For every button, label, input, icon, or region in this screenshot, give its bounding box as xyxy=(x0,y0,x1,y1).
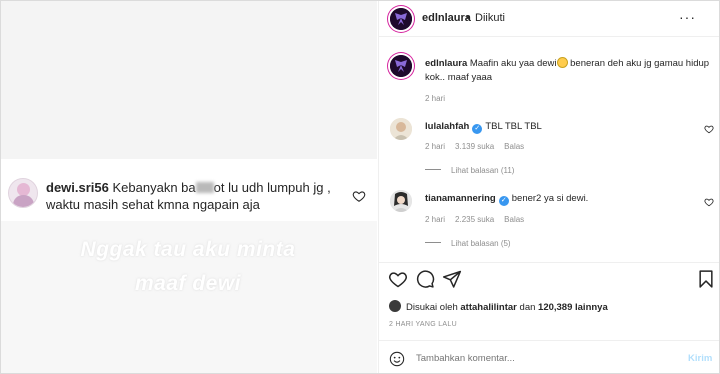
view-replies-label: Lihat balasan (11) xyxy=(451,166,515,175)
more-options-icon[interactable]: ··· xyxy=(679,9,696,25)
comment-like-heart-icon[interactable] xyxy=(704,197,714,207)
replies-line xyxy=(425,169,441,170)
header-dot: • xyxy=(466,12,470,24)
liker-avatar[interactable] xyxy=(389,300,401,312)
bookmark-save-icon[interactable] xyxy=(696,269,716,289)
comment-body: TBL TBL TBL xyxy=(485,121,542,132)
view-replies-button[interactable]: Lihat balasan (11) xyxy=(425,166,514,175)
comment-input[interactable] xyxy=(416,353,676,364)
comment-time: 2 hari xyxy=(425,215,446,224)
post-comment-button[interactable]: Kirim xyxy=(688,353,712,364)
comment-body: bener2 ya si dewi. xyxy=(511,193,589,204)
comment-text-row: lulalahfah ✓ TBL TBL TBL xyxy=(425,121,542,134)
media-comment-part1: Kebanyakn ba xyxy=(112,180,196,195)
like-heart-icon[interactable] xyxy=(388,269,408,289)
reply-button[interactable]: Balas xyxy=(504,142,524,151)
media-caption-line1: Nggak tau aku minta xyxy=(80,238,296,261)
media-comment-username: dewi.sri56 xyxy=(46,180,109,195)
liker-username[interactable]: attahalilintar xyxy=(460,302,517,313)
comment-meta: 2 hari 3.139 suka Balas xyxy=(425,142,534,151)
comment-bubble-icon[interactable] xyxy=(415,269,435,289)
media-caption-line2: maaf dewi xyxy=(134,272,242,295)
butterfly-logo-icon xyxy=(390,55,412,77)
post-header: edlnlaura • Diikuti ··· xyxy=(379,1,719,37)
replies-line xyxy=(425,242,441,243)
reply-button[interactable]: Balas xyxy=(504,215,524,224)
caption-text-part1: Maafin aku yaa dewi xyxy=(469,58,557,69)
post-caption: edlnlaura Maafin aku yaa dewi beneran de… xyxy=(425,57,715,85)
follow-status-button[interactable]: Diikuti xyxy=(475,12,505,24)
comment-box-separator xyxy=(379,340,719,341)
butterfly-logo-icon xyxy=(390,8,412,30)
comment-like-heart-icon[interactable] xyxy=(704,124,714,134)
header-username[interactable]: edlnlaura xyxy=(422,12,471,24)
emoji-picker-icon[interactable] xyxy=(389,351,405,367)
likes-count[interactable]: 120,389 lainnya xyxy=(538,302,608,313)
likes-summary: Disukai oleh attahalilintar dan 120,389 … xyxy=(389,300,608,313)
caption-meta: 2 hari xyxy=(425,94,455,103)
share-send-icon[interactable] xyxy=(442,269,462,289)
sad-face-emoji-icon xyxy=(556,57,568,68)
comment-username[interactable]: lulalahfah xyxy=(425,121,469,132)
comment-likes[interactable]: 3.139 suka xyxy=(455,142,494,151)
comment-username[interactable]: tianamannering xyxy=(425,193,496,204)
media-comment-part2: ot lu udh lumpuh jg , xyxy=(213,180,331,195)
post-time-ago[interactable]: 2 HARI YANG LALU xyxy=(389,321,457,328)
comment-meta: 2 hari 2.235 suka Balas xyxy=(425,215,534,224)
media-comment-text: dewi.sri56 Kebanyakn ba ot lu udh lumpuh … xyxy=(46,179,336,213)
comment-avatar[interactable] xyxy=(390,118,412,140)
likes-middle: dan xyxy=(519,302,536,313)
header-avatar[interactable] xyxy=(390,8,412,30)
actions-separator xyxy=(379,262,719,263)
media-background xyxy=(1,1,377,159)
media-comment-avatar xyxy=(8,178,38,208)
media-caption: Nggak tau aku minta maaf dewi xyxy=(0,233,376,301)
verified-badge-icon: ✓ xyxy=(472,124,483,134)
caption-avatar[interactable] xyxy=(390,55,412,77)
comment-text-row: tianamannering ✓ bener2 ya si dewi. xyxy=(425,193,588,206)
comment-time: 2 hari xyxy=(425,142,446,151)
caption-time: 2 hari xyxy=(425,94,446,103)
media-comment-line2: waktu masih sehat kmna ngapain aja xyxy=(46,197,260,212)
avatar-photo-icon xyxy=(390,190,412,212)
verified-badge-icon: ✓ xyxy=(498,196,509,206)
likes-prefix: Disukai oleh xyxy=(406,302,458,313)
view-replies-button[interactable]: Lihat balasan (5) xyxy=(425,239,511,248)
censor-blur xyxy=(195,182,214,193)
panel-divider xyxy=(378,1,379,373)
view-replies-label: Lihat balasan (5) xyxy=(451,239,511,248)
avatar-photo-icon xyxy=(390,118,412,140)
caption-username[interactable]: edlnlaura xyxy=(425,58,467,69)
media-heart-icon xyxy=(352,191,366,202)
comment-avatar[interactable] xyxy=(390,190,412,212)
comment-likes[interactable]: 2.235 suka xyxy=(455,215,494,224)
